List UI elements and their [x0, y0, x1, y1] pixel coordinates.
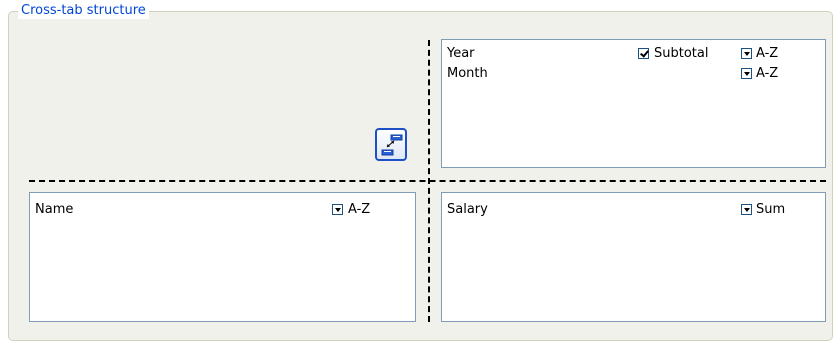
rows-field-box[interactable]: Name A-Z — [29, 192, 416, 322]
row-field-row[interactable]: Name A-Z — [30, 201, 415, 219]
subtotal-label: Subtotal — [654, 46, 709, 61]
sort-dropdown-icon[interactable] — [741, 68, 752, 79]
value-field-row[interactable]: Salary Sum — [442, 201, 825, 219]
swap-axes-icon — [381, 134, 403, 156]
sort-dropdown-icon[interactable] — [332, 204, 343, 215]
aggregate-label: Sum — [756, 202, 786, 217]
sort-label: A-Z — [756, 46, 779, 61]
column-field-row[interactable]: Year Subtotal A-Z — [442, 45, 825, 63]
subtotal-checkbox[interactable] — [638, 48, 649, 59]
horizontal-divider — [29, 180, 826, 182]
values-field-box[interactable]: Salary Sum — [441, 192, 826, 322]
sort-label: A-Z — [348, 202, 371, 217]
swap-axes-button[interactable] — [375, 128, 407, 161]
sort-dropdown-icon[interactable] — [741, 48, 752, 59]
field-name: Month — [447, 66, 488, 81]
field-name: Name — [35, 202, 74, 217]
field-name: Salary — [447, 202, 488, 217]
sort-label: A-Z — [756, 66, 779, 81]
group-title: Cross-tab structure — [18, 2, 149, 19]
column-field-row[interactable]: Month A-Z — [442, 65, 825, 83]
field-name: Year — [447, 46, 475, 61]
columns-field-box[interactable]: Year Subtotal A-Z Month A-Z — [441, 39, 826, 168]
aggregate-dropdown-icon[interactable] — [741, 204, 752, 215]
